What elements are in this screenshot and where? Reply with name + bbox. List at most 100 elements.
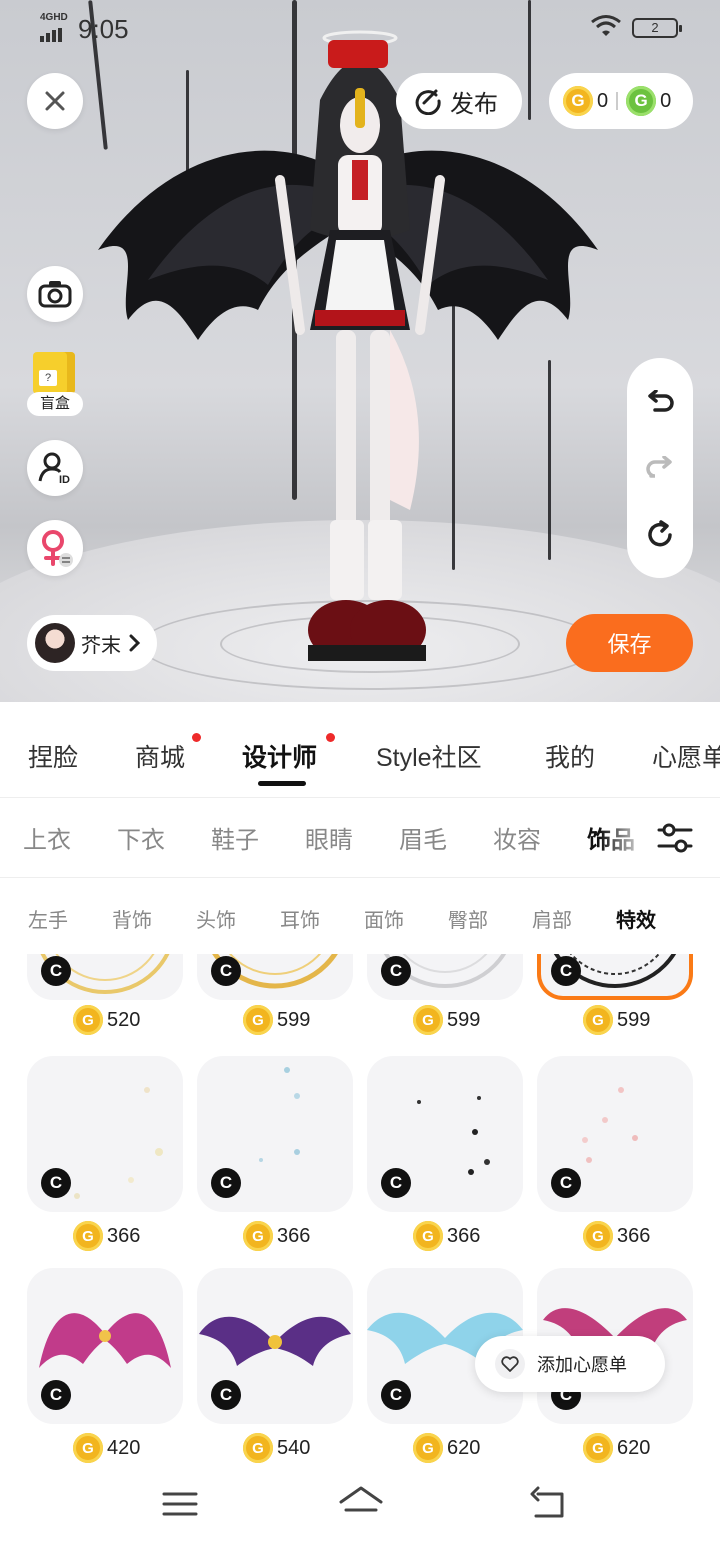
wishlist-label: 添加心愿单 <box>537 1355 627 1375</box>
item-thumbnail: C <box>27 1268 183 1424</box>
sub-category-tab-bar: 左手 背饰 头饰 耳饰 面饰 臀部 肩部 特效 <box>0 878 720 954</box>
item-price-value: 520 <box>107 1008 141 1031</box>
undo-icon <box>648 390 674 412</box>
wifi-icon <box>591 15 621 36</box>
active-tab-indicator <box>258 781 306 786</box>
user-name: 芥末 <box>81 634 121 657</box>
gold-coin-icon: G <box>413 1221 443 1251</box>
save-button[interactable]: 保存 <box>566 614 693 672</box>
publish-label: 发布 <box>450 90 498 118</box>
creator-badge: C <box>41 956 71 986</box>
category-eyebrows[interactable]: 眉毛 <box>399 820 447 855</box>
subtab-left-hand[interactable]: 左手 <box>28 904 68 933</box>
green-coin-icon: G <box>626 86 657 116</box>
item-card[interactable]: C G 366 <box>367 1056 523 1251</box>
item-price-value: 599 <box>447 1008 481 1031</box>
item-card[interactable]: C G 366 <box>537 1056 693 1251</box>
publish-icon <box>415 89 441 115</box>
gold-coin-icon: G <box>243 1433 273 1463</box>
item-price-value: 540 <box>277 1436 311 1459</box>
item-card[interactable]: C G 599 <box>197 954 353 1035</box>
item-price: G 420 <box>73 1432 183 1464</box>
redo-button[interactable] <box>627 436 693 502</box>
category-makeup[interactable]: 妆容 <box>493 820 541 855</box>
category-eyes[interactable]: 眼睛 <box>305 820 353 855</box>
item-card[interactable]: C G 420 <box>27 1268 183 1463</box>
item-thumbnail: C <box>197 954 353 1000</box>
item-price-value: 620 <box>447 1436 481 1459</box>
status-time: 9:05 <box>78 14 129 44</box>
tab-wishlist[interactable]: 心愿单 <box>652 738 720 774</box>
creator-badge: C <box>381 1380 411 1410</box>
item-card[interactable]: C G 599 <box>367 954 523 1035</box>
item-price: G 366 <box>243 1220 353 1252</box>
gold-coin-icon: G <box>73 1221 103 1251</box>
item-card[interactable]: C G 366 <box>27 1056 183 1251</box>
subtab-hip[interactable]: 臀部 <box>448 904 488 933</box>
signal-icon <box>40 24 64 42</box>
item-card[interactable]: C G 366 <box>197 1056 353 1251</box>
user-profile-chip[interactable]: 芥末 <box>27 615 157 671</box>
tab-face[interactable]: 捏脸 <box>28 738 78 774</box>
item-price: G 366 <box>413 1220 523 1252</box>
creator-badge: C <box>211 1380 241 1410</box>
home-icon[interactable] <box>338 1484 384 1524</box>
item-price: G 599 <box>243 1004 353 1036</box>
battery-icon: 2 <box>632 18 682 38</box>
menu-icon[interactable] <box>160 1484 200 1524</box>
add-to-wishlist-button[interactable]: 添加心愿单 <box>475 1336 665 1392</box>
subtab-back[interactable]: 背饰 <box>112 904 152 933</box>
subtab-shoulder[interactable]: 肩部 <box>532 904 572 933</box>
filter-icon[interactable] <box>655 818 695 858</box>
item-card-selected[interactable]: C G 599 <box>537 954 693 1035</box>
gender-switch-button[interactable] <box>27 520 83 576</box>
camera-button[interactable] <box>27 266 83 322</box>
category-bottom[interactable]: 下衣 <box>117 820 165 855</box>
subtab-effects[interactable]: 特效 <box>616 904 656 933</box>
subtab-ear[interactable]: 耳饰 <box>280 904 320 933</box>
gold-coin-icon: G <box>243 1005 273 1035</box>
tab-mine[interactable]: 我的 <box>545 738 595 774</box>
category-shoes[interactable]: 鞋子 <box>211 820 259 855</box>
subtab-face[interactable]: 面饰 <box>364 904 404 933</box>
avatar-id-button[interactable]: ID <box>27 440 83 496</box>
item-price-value: 366 <box>277 1224 311 1247</box>
tab-mall[interactable]: 商城 <box>135 738 185 774</box>
subtab-head[interactable]: 头饰 <box>196 904 236 933</box>
creator-badge: C <box>381 956 411 986</box>
creator-badge: C <box>41 1168 71 1198</box>
system-navigation-bar <box>0 1464 720 1544</box>
green-coin-count: 0 <box>660 89 672 112</box>
item-price: G 540 <box>243 1432 353 1464</box>
tab-style-community[interactable]: Style社区 <box>376 738 482 774</box>
currency-balance[interactable]: G 0 G 0 <box>549 73 693 129</box>
back-icon[interactable] <box>528 1484 568 1524</box>
reset-button[interactable] <box>627 502 693 568</box>
gold-coin-icon: G <box>73 1433 103 1463</box>
item-thumbnail: C <box>197 1056 353 1212</box>
item-price: G 520 <box>73 1004 183 1036</box>
gold-coin-icon: G <box>413 1005 443 1035</box>
publish-button[interactable]: 发布 <box>396 73 522 129</box>
item-thumbnail: C <box>537 1056 693 1212</box>
designer-notification-dot <box>326 733 335 742</box>
item-thumbnail: C <box>537 954 693 1000</box>
gold-coin-icon: G <box>583 1433 613 1463</box>
category-top[interactable]: 上衣 <box>23 820 71 855</box>
close-button[interactable] <box>27 73 83 129</box>
drip-effect <box>548 360 551 560</box>
gold-coin-icon: G <box>583 1221 613 1251</box>
gold-coin-icon: G <box>243 1221 273 1251</box>
gold-coin-icon: G <box>413 1433 443 1463</box>
status-bar: 4GHD 9:05 2 <box>0 0 720 56</box>
history-panel <box>627 358 693 578</box>
tab-designer[interactable]: 设计师 <box>242 738 317 774</box>
undo-button[interactable] <box>627 370 693 436</box>
mall-notification-dot <box>192 733 201 742</box>
item-card[interactable]: C G 540 <box>197 1268 353 1463</box>
item-price: G 599 <box>413 1004 523 1036</box>
avatar-preview-scene[interactable]: 4GHD 9:05 2 发布 G 0 G 0 ? 盲盒 ID 芥末 保存 <box>0 0 720 702</box>
heart-icon <box>495 1349 525 1379</box>
gold-coin-icon: G <box>73 1005 103 1035</box>
item-card[interactable]: C G 520 <box>27 954 183 1035</box>
